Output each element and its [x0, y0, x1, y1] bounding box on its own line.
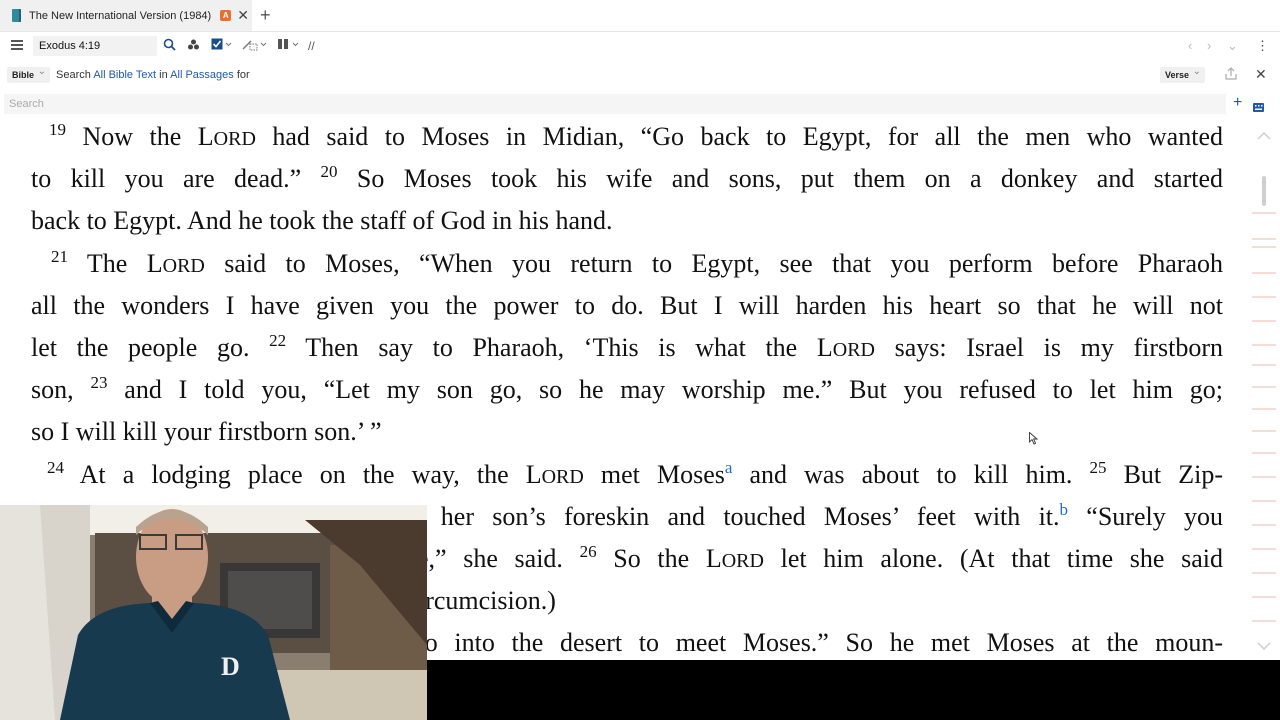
- tab-bar: The New International Version (1984) A ✕…: [0, 0, 1280, 32]
- divine-name: L: [525, 459, 542, 489]
- verse-number[interactable]: 24: [47, 458, 64, 477]
- divine-name: L: [816, 333, 833, 362]
- more-options-icon[interactable]: ⋮: [1256, 38, 1269, 54]
- bible-text-line: all the wonders I have given you the pow…: [31, 291, 1223, 333]
- toolbar: Exodus 4:19 // ‹ › ⌄ ⋮: [0, 32, 1280, 60]
- bible-text-line: son, 23 and I told you, “Let my son go, …: [31, 373, 1224, 417]
- history-dropdown-icon[interactable]: ⌄: [1227, 38, 1238, 54]
- webcam-video-image: D: [0, 505, 427, 720]
- webcam-overlay: D: [0, 505, 427, 720]
- bible-text-line: 24 At a lodging place on the way, the LO…: [31, 458, 1223, 502]
- verse-number[interactable]: 21: [51, 247, 68, 266]
- verse-text: and was about to kill him.: [732, 459, 1090, 489]
- verse-number[interactable]: 26: [580, 542, 597, 561]
- search-icon[interactable]: [163, 38, 176, 54]
- divine-name-small-caps: ORD: [832, 339, 875, 361]
- verse-text: “Surely you: [1068, 501, 1224, 531]
- reference-box[interactable]: Exodus 4:19: [33, 36, 157, 56]
- verse-text: said to Moses, “When you return to Egypt…: [204, 248, 1223, 278]
- all-passages-link[interactable]: All Passages: [170, 69, 234, 81]
- tab-badge: A: [220, 10, 232, 21]
- bible-text-line: to kill you are dead.” 20 So Moses took …: [31, 162, 1223, 206]
- bible-text-line: so I will kill your firstborn son.’ ”: [31, 417, 1223, 459]
- verse-text: and I told you, “Let my son go, so he ma…: [107, 375, 1224, 405]
- divine-name-small-caps: ORD: [162, 254, 205, 277]
- verse-text: The: [68, 248, 147, 278]
- back-icon[interactable]: ‹: [1188, 38, 1192, 54]
- parallel-icon[interactable]: //: [308, 38, 315, 54]
- verse-text: So Moses took his wife and sons, put the…: [337, 164, 1223, 194]
- tab-close-icon[interactable]: ✕: [237, 7, 249, 24]
- forward-icon[interactable]: ›: [1207, 38, 1211, 54]
- verse-number[interactable]: 20: [321, 162, 338, 181]
- bible-text-line: 21 The LORD said to Moses, “When you ret…: [31, 247, 1223, 291]
- search-row: Bible Search All Bible Text in All Passa…: [0, 62, 1280, 88]
- verse-text: But Zip-: [1106, 459, 1223, 489]
- tab-niv[interactable]: The New International Version (1984) A ✕: [0, 0, 252, 31]
- menu-icon[interactable]: [11, 40, 23, 50]
- verse-text: let him alone. (At that time she said: [763, 544, 1223, 573]
- columns-icon[interactable]: [278, 38, 302, 54]
- verse-text: son,: [31, 375, 91, 405]
- all-bible-text-link[interactable]: All Bible Text: [93, 69, 156, 81]
- divine-name: L: [197, 122, 214, 151]
- add-icon[interactable]: +: [1233, 95, 1242, 111]
- bible-text-line: back to Egypt. And he took the staff of …: [31, 206, 1223, 248]
- verse-mode-dropdown[interactable]: Verse: [1160, 64, 1206, 83]
- search-description: Search All Bible Text in All Passages fo…: [56, 67, 250, 83]
- search-in: in: [159, 69, 168, 81]
- verse-text: Then say to Pharaoh, ‘This is what the: [286, 333, 817, 362]
- divine-name: L: [146, 248, 163, 278]
- divine-name-small-caps: ORD: [213, 128, 256, 150]
- search-input[interactable]: [4, 94, 1226, 114]
- verse-text: At a lodging place on the way, the: [64, 459, 526, 489]
- search-prefix: Search: [56, 69, 91, 81]
- new-tab-button[interactable]: +: [260, 5, 271, 25]
- verse-text: to kill you are dead.”: [31, 164, 321, 194]
- verse-text: Now the: [66, 122, 198, 151]
- divine-name-small-caps: ORD: [721, 550, 764, 572]
- verse-text: met Moses: [583, 459, 725, 489]
- scroll-up-icon: [1257, 132, 1271, 140]
- bible-text-line: 19 Now the LORD had said to Moses in Mid…: [31, 120, 1223, 164]
- divine-name: L: [705, 544, 722, 573]
- verse-text: let the people go.: [31, 333, 270, 362]
- verse-text: says: Israel is my firstborn: [874, 333, 1223, 362]
- checkbox-icon[interactable]: [211, 38, 233, 54]
- keyboard-icon[interactable]: [1253, 99, 1264, 117]
- highlight-icon[interactable]: [242, 38, 268, 54]
- scrollbar-minimap[interactable]: [1248, 124, 1280, 660]
- bible-text-line: let the people go. 22 Then say to Pharao…: [31, 331, 1223, 375]
- footnote-link[interactable]: a: [725, 458, 733, 477]
- verse-number[interactable]: 19: [49, 120, 66, 139]
- verse-number[interactable]: 22: [269, 331, 286, 350]
- verse-text: all the wonders I have given you the pow…: [31, 290, 1223, 320]
- bible-book-icon: [12, 9, 21, 22]
- verse-text: so I will kill your firstborn son.’ ”: [31, 417, 382, 447]
- divine-name-small-caps: ORD: [541, 465, 584, 488]
- scroll-down-icon: [1257, 642, 1271, 650]
- verse-number[interactable]: 23: [90, 373, 107, 392]
- scope-dropdown[interactable]: Bible: [7, 64, 51, 83]
- verse-text: So the: [596, 544, 706, 573]
- tab-title: The New International Version (1984): [29, 9, 212, 22]
- visual-filters-icon[interactable]: [187, 38, 200, 54]
- team-logo-icon: D: [221, 652, 240, 681]
- close-panel-icon[interactable]: ✕: [1255, 66, 1267, 83]
- search-field[interactable]: [4, 94, 1226, 114]
- mouse-cursor-icon: [1029, 431, 1039, 448]
- verse-number[interactable]: 25: [1090, 458, 1107, 477]
- verse-text: back to Egypt. And he took the staff of …: [31, 206, 613, 236]
- scroll-thumb[interactable]: [1262, 176, 1266, 206]
- verse-text: had said to Moses in Midian, “Go back to…: [255, 122, 1223, 151]
- share-icon[interactable]: [1224, 67, 1238, 86]
- footnote-link[interactable]: b: [1060, 500, 1069, 519]
- search-for: for: [236, 69, 250, 81]
